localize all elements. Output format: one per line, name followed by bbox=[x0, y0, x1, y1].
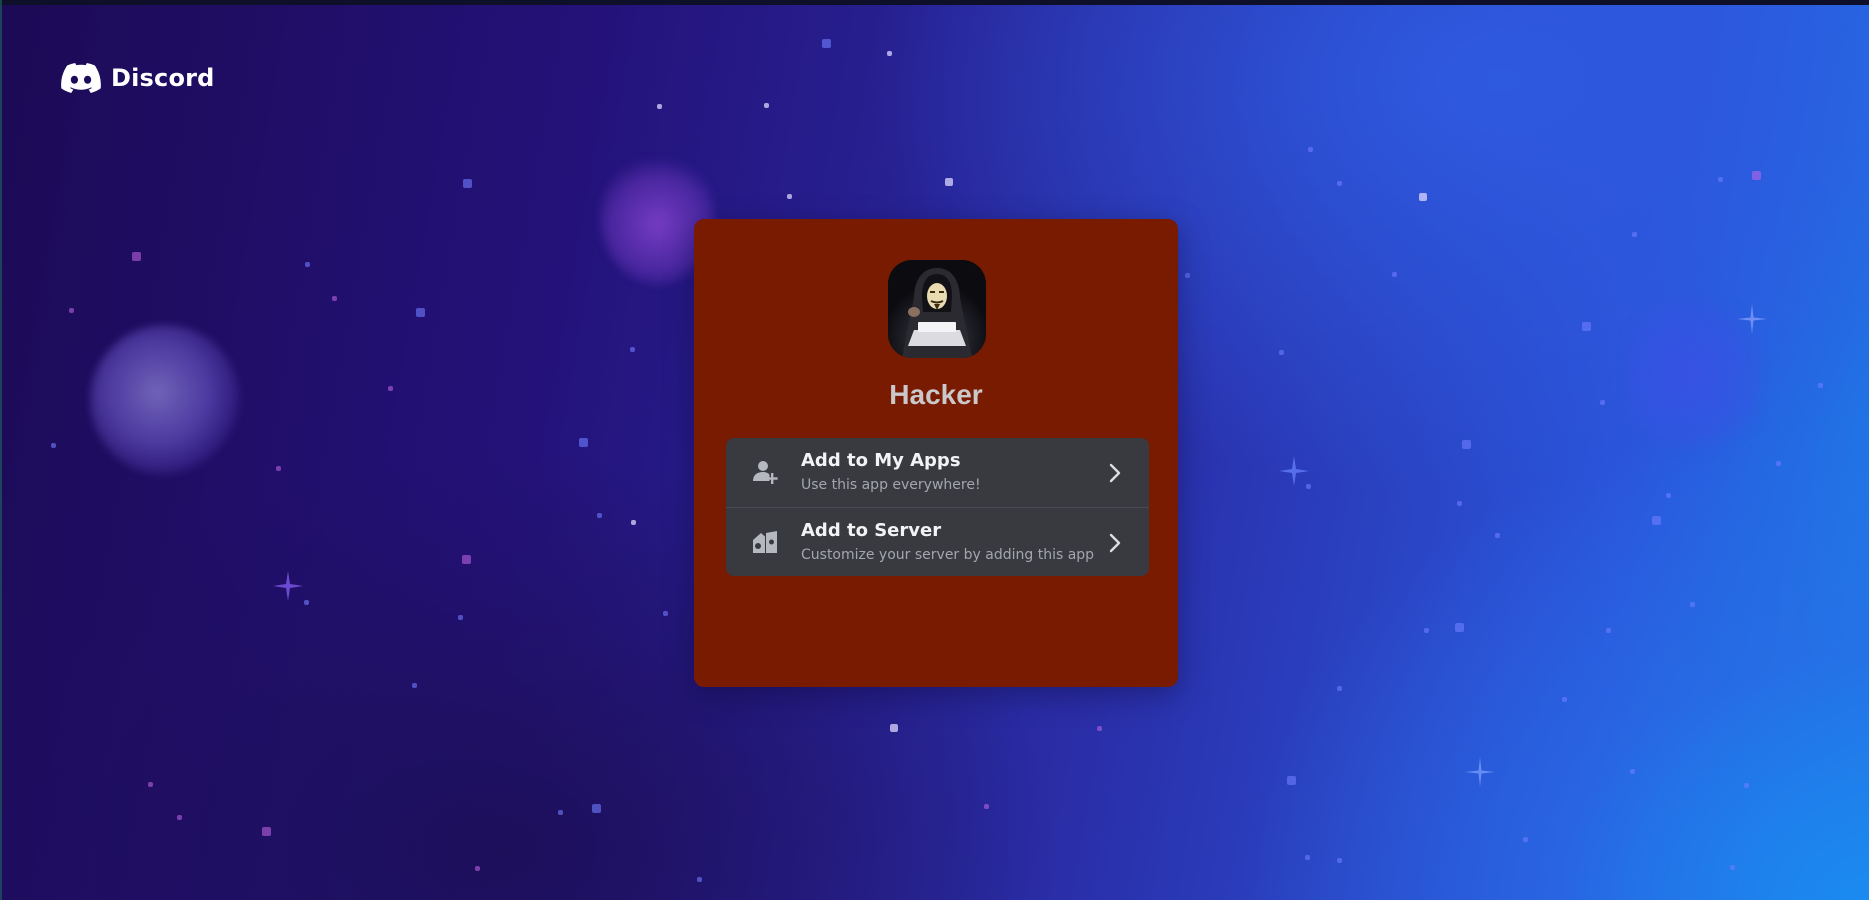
star bbox=[1666, 493, 1671, 498]
star bbox=[1606, 628, 1611, 633]
star bbox=[597, 513, 602, 518]
top-bar bbox=[0, 0, 1869, 5]
sparkle-icon bbox=[1279, 456, 1309, 486]
star bbox=[69, 308, 74, 313]
star bbox=[1337, 686, 1342, 691]
star bbox=[1287, 776, 1296, 785]
star bbox=[890, 724, 898, 732]
star bbox=[1097, 726, 1102, 731]
star bbox=[412, 683, 417, 688]
star bbox=[1308, 147, 1313, 152]
star bbox=[475, 866, 480, 871]
star bbox=[148, 782, 153, 787]
option-title: Add to My Apps bbox=[801, 450, 961, 471]
sparkle-icon bbox=[273, 571, 303, 601]
sparkle-icon bbox=[1737, 304, 1767, 334]
star bbox=[558, 810, 563, 815]
add-to-my-apps-option[interactable]: Add to My Apps Use this app everywhere! bbox=[726, 438, 1149, 507]
star bbox=[1279, 350, 1284, 355]
star bbox=[463, 179, 472, 188]
star bbox=[1424, 628, 1429, 633]
star bbox=[592, 804, 601, 813]
star bbox=[697, 877, 702, 882]
star bbox=[1752, 171, 1761, 180]
star bbox=[945, 178, 953, 186]
star bbox=[1419, 193, 1427, 201]
star bbox=[462, 555, 471, 564]
star bbox=[1818, 383, 1823, 388]
star bbox=[276, 466, 281, 471]
discord-wordmark: Discord bbox=[111, 64, 215, 92]
star bbox=[630, 347, 635, 352]
star bbox=[1337, 181, 1342, 186]
star bbox=[1744, 783, 1749, 788]
star bbox=[1337, 858, 1342, 863]
server-add-icon bbox=[750, 527, 780, 557]
star bbox=[984, 804, 989, 809]
star bbox=[1523, 837, 1528, 842]
authorize-card: Hacker Add to My Apps Use this app every… bbox=[694, 219, 1178, 687]
star bbox=[51, 443, 56, 448]
star bbox=[1600, 400, 1605, 405]
star bbox=[631, 520, 636, 525]
discord-icon bbox=[61, 63, 101, 93]
option-subtitle: Use this app everywhere! bbox=[801, 477, 981, 493]
star bbox=[458, 615, 463, 620]
star bbox=[1305, 855, 1310, 860]
option-title: Add to Server bbox=[801, 520, 942, 541]
star bbox=[416, 308, 425, 317]
star bbox=[1718, 177, 1723, 182]
star bbox=[1730, 865, 1735, 870]
bubble-decoration bbox=[90, 325, 240, 475]
oauth-page: Discord Hacker Add to My Apps Use this a… bbox=[0, 0, 1869, 900]
star bbox=[1455, 623, 1464, 632]
star bbox=[388, 386, 393, 391]
star bbox=[1457, 501, 1462, 506]
star bbox=[332, 296, 337, 301]
left-edge bbox=[0, 0, 2, 900]
star bbox=[657, 104, 662, 109]
star bbox=[1562, 697, 1567, 702]
star bbox=[1776, 461, 1781, 466]
option-text: Add to My Apps Use this app everywhere! bbox=[801, 450, 981, 495]
user-add-icon bbox=[750, 458, 780, 488]
star bbox=[764, 103, 769, 108]
sparkle-icon bbox=[1465, 757, 1495, 787]
star bbox=[177, 815, 182, 820]
star bbox=[1630, 769, 1635, 774]
star bbox=[1652, 516, 1661, 525]
star bbox=[1495, 533, 1500, 538]
star bbox=[305, 262, 310, 267]
star bbox=[1690, 602, 1695, 607]
discord-logo[interactable]: Discord bbox=[61, 63, 215, 93]
star bbox=[1462, 440, 1471, 449]
app-avatar bbox=[888, 260, 986, 358]
star bbox=[304, 600, 309, 605]
add-to-server-option[interactable]: Add to Server Customize your server by a… bbox=[726, 507, 1149, 576]
chevron-right-icon bbox=[1109, 463, 1121, 483]
star bbox=[579, 438, 588, 447]
star bbox=[1582, 322, 1591, 331]
star bbox=[663, 611, 668, 616]
star bbox=[787, 194, 792, 199]
star bbox=[1185, 273, 1190, 278]
star bbox=[262, 827, 271, 836]
star bbox=[822, 39, 831, 48]
hacker-avatar-image bbox=[888, 260, 986, 358]
star bbox=[1632, 232, 1637, 237]
star bbox=[887, 51, 892, 56]
star bbox=[132, 252, 141, 261]
install-options: Add to My Apps Use this app everywhere! bbox=[726, 438, 1149, 576]
app-name: Hacker bbox=[889, 379, 983, 410]
option-text: Add to Server Customize your server by a… bbox=[801, 520, 1094, 565]
star bbox=[1392, 272, 1397, 277]
chevron-right-icon bbox=[1109, 533, 1121, 553]
option-subtitle: Customize your server by adding this app bbox=[801, 547, 1095, 563]
